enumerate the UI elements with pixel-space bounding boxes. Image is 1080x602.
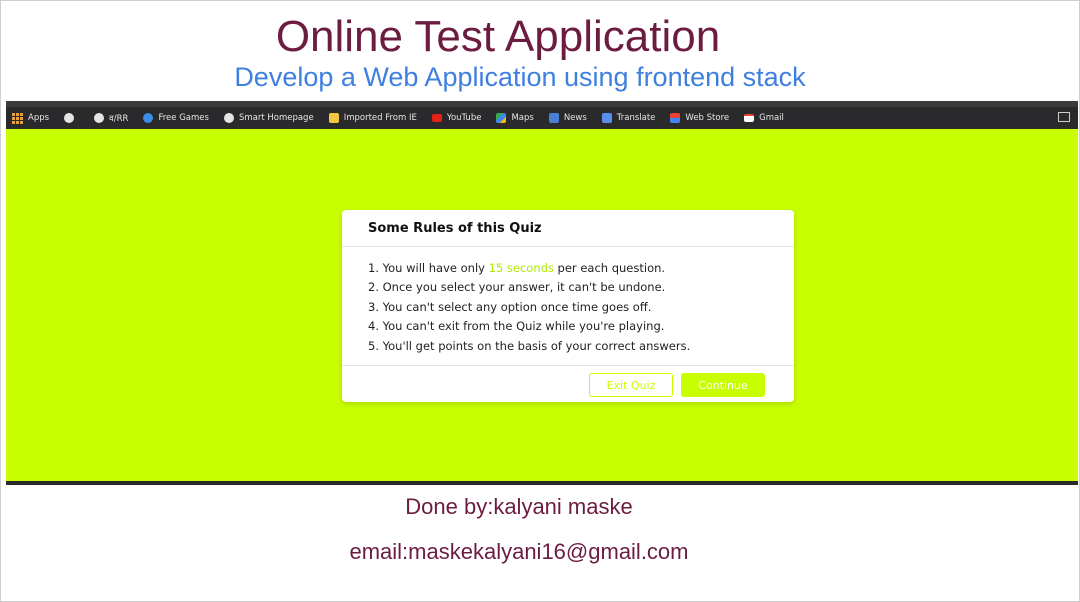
game-icon	[143, 113, 154, 123]
rule-item-1: 1. You will have only 15 seconds per eac…	[368, 261, 666, 275]
bookmark-imported-from-ie[interactable]: Imported From IE	[328, 113, 417, 123]
author-email: email:maskekalyani16@gmail.com	[349, 539, 689, 564]
maps-icon	[496, 113, 507, 123]
reading-list-icon[interactable]	[1058, 112, 1070, 122]
bookmark-free-games[interactable]: Free Games	[143, 113, 209, 123]
bookmark-web-store[interactable]: Web Store	[670, 113, 729, 123]
continue-button[interactable]: Continue	[681, 373, 765, 397]
news-icon	[548, 113, 559, 123]
bookmark-apps[interactable]: Apps	[12, 112, 49, 124]
bookmark-globe-1[interactable]	[64, 113, 79, 123]
page-subtitle: Develop a Web Application using frontend…	[234, 62, 806, 92]
page-title: Online Test Application	[275, 12, 721, 61]
bookmark-smart-homepage[interactable]: Smart Homepage	[223, 113, 314, 123]
youtube-icon	[431, 114, 442, 122]
modal-footer: Exit Quiz Continue	[342, 365, 794, 403]
rules-list: 1. You will have only 15 seconds per eac…	[342, 247, 794, 356]
translate-icon	[601, 113, 612, 123]
bookmark-gmail[interactable]: Gmail	[744, 113, 784, 123]
bookmark-maps[interactable]: Maps	[496, 113, 534, 123]
globe-icon	[64, 113, 75, 123]
rule-item-5: 5. You'll get points on the basis of you…	[368, 338, 691, 353]
rule-item-4: 4. You can't exit from the Quiz while yo…	[368, 319, 665, 334]
quiz-rules-modal: Some Rules of this Quiz 1. You will have…	[342, 210, 794, 402]
time-highlight: 15 seconds	[488, 261, 554, 275]
folder-icon	[328, 113, 339, 123]
modal-title: Some Rules of this Quiz	[342, 210, 794, 247]
bookmarks-bar: Apps व/RR Free Games Smart Homepage Impo…	[6, 107, 1078, 129]
screenshot-bottom-bar	[6, 481, 1078, 485]
author-credit: Done by:kalyani maske	[405, 494, 633, 519]
globe-icon	[223, 113, 234, 123]
bookmark-news[interactable]: News	[548, 113, 587, 123]
bookmark-globe-2[interactable]: व/RR	[94, 113, 128, 124]
rule-item-2: 2. Once you select your answer, it can't…	[368, 280, 666, 295]
rule-item-3: 3. You can't select any option once time…	[368, 299, 652, 314]
bookmark-youtube[interactable]: YouTube	[431, 113, 481, 123]
gmail-icon	[744, 114, 755, 122]
bookmark-translate[interactable]: Translate	[601, 113, 655, 123]
exit-quiz-button[interactable]: Exit Quiz	[589, 373, 673, 397]
app-screenshot: Apps व/RR Free Games Smart Homepage Impo…	[6, 101, 1078, 485]
store-icon	[670, 113, 681, 123]
apps-grid-icon	[12, 112, 23, 124]
globe-icon	[94, 113, 105, 123]
